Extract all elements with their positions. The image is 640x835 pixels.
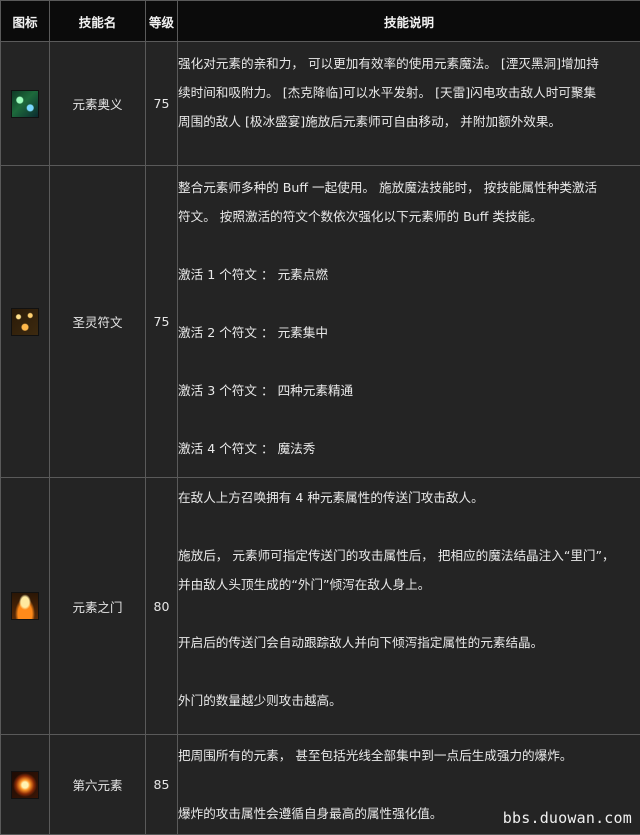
- description-line: 在敌人上方召唤拥有 4 种元素属性的传送门攻击敌人。: [178, 483, 640, 512]
- description-line: 激活 4 个符文 ： 魔法秀: [178, 434, 640, 463]
- header-level: 等级: [146, 1, 178, 42]
- header-name: 技能名: [50, 1, 146, 42]
- icon-cell: [1, 735, 50, 835]
- skill-description: 强化对元素的亲和力， 可以更加有效率的使用元素魔法。 [湮灭黑洞]增加持 续时间…: [178, 42, 640, 166]
- description-line: 激活 1 个符文 ： 元素点燃: [178, 260, 640, 289]
- icon-cell: [1, 478, 50, 735]
- skill-name: 元素之门: [50, 478, 146, 735]
- skill-level: 80: [146, 478, 178, 735]
- table-row: 元素奥义 75 强化对元素的亲和力， 可以更加有效率的使用元素魔法。 [湮灭黑洞…: [1, 42, 640, 166]
- skill-name: 元素奥义: [50, 42, 146, 166]
- description-line: 强化对元素的亲和力， 可以更加有效率的使用元素魔法。 [湮灭黑洞]增加持: [178, 49, 640, 78]
- skill-level: 75: [146, 42, 178, 166]
- description-line: 整合元素师多种的 Buff 一起使用。 施放魔法技能时， 按技能属性种类激活: [178, 173, 640, 202]
- header-description: 技能说明: [178, 1, 640, 42]
- description-line: 激活 3 个符文 ： 四种元素精通: [178, 376, 640, 405]
- holy-rune-icon: [11, 308, 39, 336]
- watermark: bbs.duowan.com: [503, 809, 632, 827]
- description-line: 激活 2 个符文 ： 元素集中: [178, 318, 640, 347]
- skill-description: 在敌人上方召唤拥有 4 种元素属性的传送门攻击敌人。 施放后， 元素师可指定传送…: [178, 478, 640, 735]
- skill-description: 整合元素师多种的 Buff 一起使用。 施放魔法技能时， 按技能属性种类激活 符…: [178, 166, 640, 478]
- header-icon: 图标: [1, 1, 50, 42]
- table-header-row: 图标 技能名 等级 技能说明: [1, 1, 640, 42]
- description-line: 外门的数量越少则攻击越高。: [178, 686, 640, 715]
- element-gate-icon: [11, 592, 39, 620]
- description-line: 把周围所有的元素， 甚至包括光线全部集中到一点后生成强力的爆炸。: [178, 741, 640, 770]
- description-line: 并由敌人头顶生成的“外门”倾泻在敌人身上。: [178, 570, 640, 599]
- skill-level: 75: [146, 166, 178, 478]
- table-row: 元素之门 80 在敌人上方召唤拥有 4 种元素属性的传送门攻击敌人。 施放后， …: [1, 478, 640, 735]
- table-row: 圣灵符文 75 整合元素师多种的 Buff 一起使用。 施放魔法技能时， 按技能…: [1, 166, 640, 478]
- skill-table: 图标 技能名 等级 技能说明 元素奥义 75 强化对元素的亲和力， 可以更加有效…: [0, 0, 640, 835]
- skill-name: 第六元素: [50, 735, 146, 835]
- description-line: 符文。 按照激活的符文个数依次强化以下元素师的 Buff 类技能。: [178, 202, 640, 231]
- icon-cell: [1, 166, 50, 478]
- description-line: 续时间和吸附力。 [杰克降临]可以水平发射。 [天雷]闪电攻击敌人时可聚集: [178, 78, 640, 107]
- description-line: 开启后的传送门会自动跟踪敌人并向下倾泻指定属性的元素结晶。: [178, 628, 640, 657]
- sixth-element-icon: [11, 771, 39, 799]
- description-line: 周围的敌人 [极冰盛宴]施放后元素师可自由移动， 并附加额外效果。: [178, 107, 640, 136]
- skill-name: 圣灵符文: [50, 166, 146, 478]
- icon-cell: [1, 42, 50, 166]
- element-mastery-icon: [11, 90, 39, 118]
- description-line: 施放后， 元素师可指定传送门的攻击属性后， 把相应的魔法结晶注入“里门”，: [178, 541, 640, 570]
- skill-level: 85: [146, 735, 178, 835]
